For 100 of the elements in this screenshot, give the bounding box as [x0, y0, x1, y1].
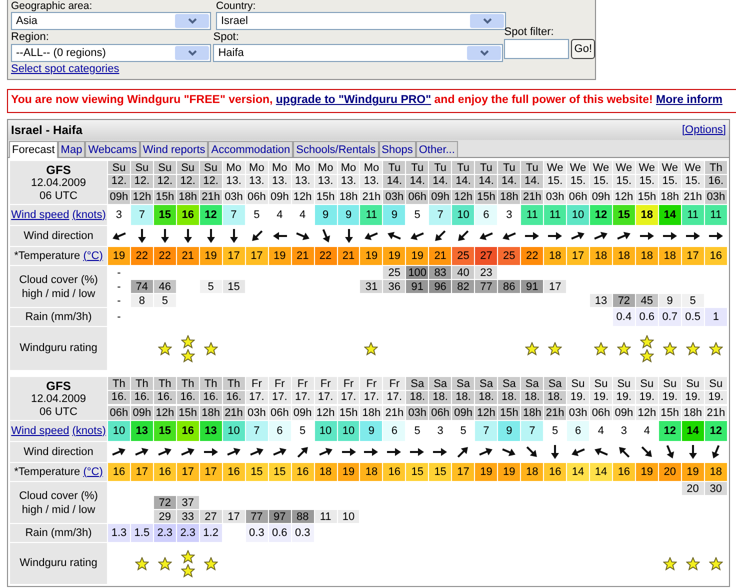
tab[interactable]: Webcams — [85, 141, 140, 157]
hour-cell: 06h — [268, 404, 292, 420]
dropdown[interactable]: --ALL-- (0 regions) — [11, 44, 211, 62]
day-cell: We — [658, 160, 682, 174]
tab[interactable]: Shops — [378, 141, 416, 157]
hour-cell: 21h — [199, 188, 222, 204]
temperature-cell: 18 — [360, 462, 383, 482]
hour-cell: 15h — [498, 404, 521, 420]
day-cell: Su — [108, 160, 130, 174]
wind-speed-link[interactable]: Wind speed — [11, 208, 70, 222]
temperature-cell: 19 — [199, 246, 222, 266]
day-cell: Th — [199, 376, 222, 390]
wind-speed-cell: 10 — [314, 420, 338, 442]
dropdown[interactable]: Haifa — [213, 44, 504, 62]
hour-cell: 21h — [520, 188, 544, 204]
hour-cell: 18h — [337, 188, 360, 204]
day-cell: Tu — [382, 160, 406, 174]
hour-cell: 12h — [474, 404, 498, 420]
temperature-cell: 16 — [153, 462, 176, 482]
temperature-cell: 14 — [566, 462, 590, 482]
temperature-cell: 16 — [222, 462, 246, 482]
hour-cell: 18h — [520, 404, 544, 420]
dropdown[interactable]: Israel — [216, 12, 506, 30]
wind-speed-cell: 6 — [566, 420, 590, 442]
rain-cell: 0.3 — [245, 524, 268, 542]
hour-cell: 03h — [406, 404, 429, 420]
temperature-cell: 19 — [635, 462, 658, 482]
tab[interactable]: Schools/Rentals — [293, 141, 379, 157]
hour-cell: 18h — [681, 404, 704, 420]
star-icon — [364, 342, 378, 356]
day-cell: Fr — [360, 376, 383, 390]
hour-cell: 09h — [452, 404, 475, 420]
temperature-cell: 14 — [590, 462, 612, 482]
wind-speed-cell: 7 — [222, 204, 246, 226]
day-cell: We — [612, 160, 636, 174]
tab[interactable]: Other... — [416, 141, 458, 157]
wind-speed-cell: 11 — [360, 204, 383, 226]
field-label: Geographic area: — [11, 1, 94, 12]
field-label: Region: — [11, 31, 50, 43]
field-label: Spot filter: — [504, 26, 555, 38]
day-cell: Su — [199, 160, 222, 174]
day-cell: Su — [176, 160, 200, 174]
temperature-cell: 22 — [520, 246, 544, 266]
run-time: 06 UTC — [40, 190, 78, 202]
day-cell: Su — [704, 376, 728, 390]
temperature-cell: 16 — [382, 462, 406, 482]
hour-cell: 03h — [566, 404, 590, 420]
hour-cell: 06h — [590, 404, 612, 420]
celsius-link[interactable]: (°C) — [83, 250, 103, 262]
wind-speed-cell: 11 — [544, 204, 567, 226]
more-info-link[interactable]: More inform — [656, 94, 722, 106]
rain-cell: 0.4 — [612, 308, 636, 326]
upgrade-link[interactable]: upgrade to "Windguru PRO" — [276, 94, 432, 106]
day-cell: Mo — [360, 160, 383, 174]
wind-speed-cell: 16 — [176, 204, 200, 226]
tab[interactable]: Forecast — [9, 141, 58, 158]
star-icon — [158, 556, 172, 570]
hour-cell: 21h — [704, 404, 728, 420]
day-cell: Fr — [337, 376, 360, 390]
temperature-cell: 18 — [658, 246, 682, 266]
wind-speed-cell: 11 — [704, 204, 728, 226]
wind-speed-link[interactable]: Wind speed — [11, 424, 70, 438]
knots-link[interactable]: (knots) — [72, 208, 106, 222]
rain-cell: 1 — [704, 308, 728, 326]
temperature-cell: 19 — [337, 462, 360, 482]
run-date: 12.04.2009 — [30, 392, 86, 406]
tab[interactable]: Wind reports — [140, 141, 208, 157]
hour-cell: 21h — [544, 404, 567, 420]
knots-link[interactable]: (knots) — [72, 424, 106, 438]
temperature-cell: 19 — [268, 246, 292, 266]
categories-link[interactable]: Select spot categories — [11, 63, 120, 76]
tab[interactable]: Map — [58, 141, 86, 157]
wind-speed-cell: 7 — [428, 204, 452, 226]
tab[interactable]: Accommodation — [208, 141, 294, 157]
spot-filter-field[interactable] — [504, 39, 570, 59]
star-icon — [594, 342, 608, 356]
star-icon — [616, 342, 631, 356]
star-icon — [204, 556, 218, 570]
hour-cell: 06h — [108, 404, 130, 420]
hour-cell: 09h — [428, 188, 452, 204]
wind-speed-cell: 9 — [314, 204, 338, 226]
temperature-cell: 20 — [658, 462, 682, 482]
star-icon — [662, 342, 677, 356]
hour-cell: 21h — [222, 404, 246, 420]
wind-speed-cell: 13 — [130, 420, 154, 442]
options-link[interactable]: [Options] — [682, 122, 726, 138]
day-cell: Tu — [428, 160, 452, 174]
wind-speed-cell: 7 — [520, 420, 544, 442]
day-cell: Tu — [406, 160, 429, 174]
dropdown[interactable]: Asia — [11, 12, 211, 30]
temperature-cell: 18 — [590, 246, 612, 266]
star-icon — [134, 556, 149, 570]
hour-cell: 18h — [498, 188, 521, 204]
go-button[interactable]: Go! — [571, 39, 595, 59]
wind-speed-cell: 7 — [130, 204, 154, 226]
day-cell: Sa — [544, 376, 567, 390]
day-cell: Mo — [245, 160, 268, 174]
wind-speed-cell: 9 — [498, 420, 521, 442]
hour-cell: 06h — [245, 188, 268, 204]
celsius-link[interactable]: (°C) — [83, 466, 103, 478]
